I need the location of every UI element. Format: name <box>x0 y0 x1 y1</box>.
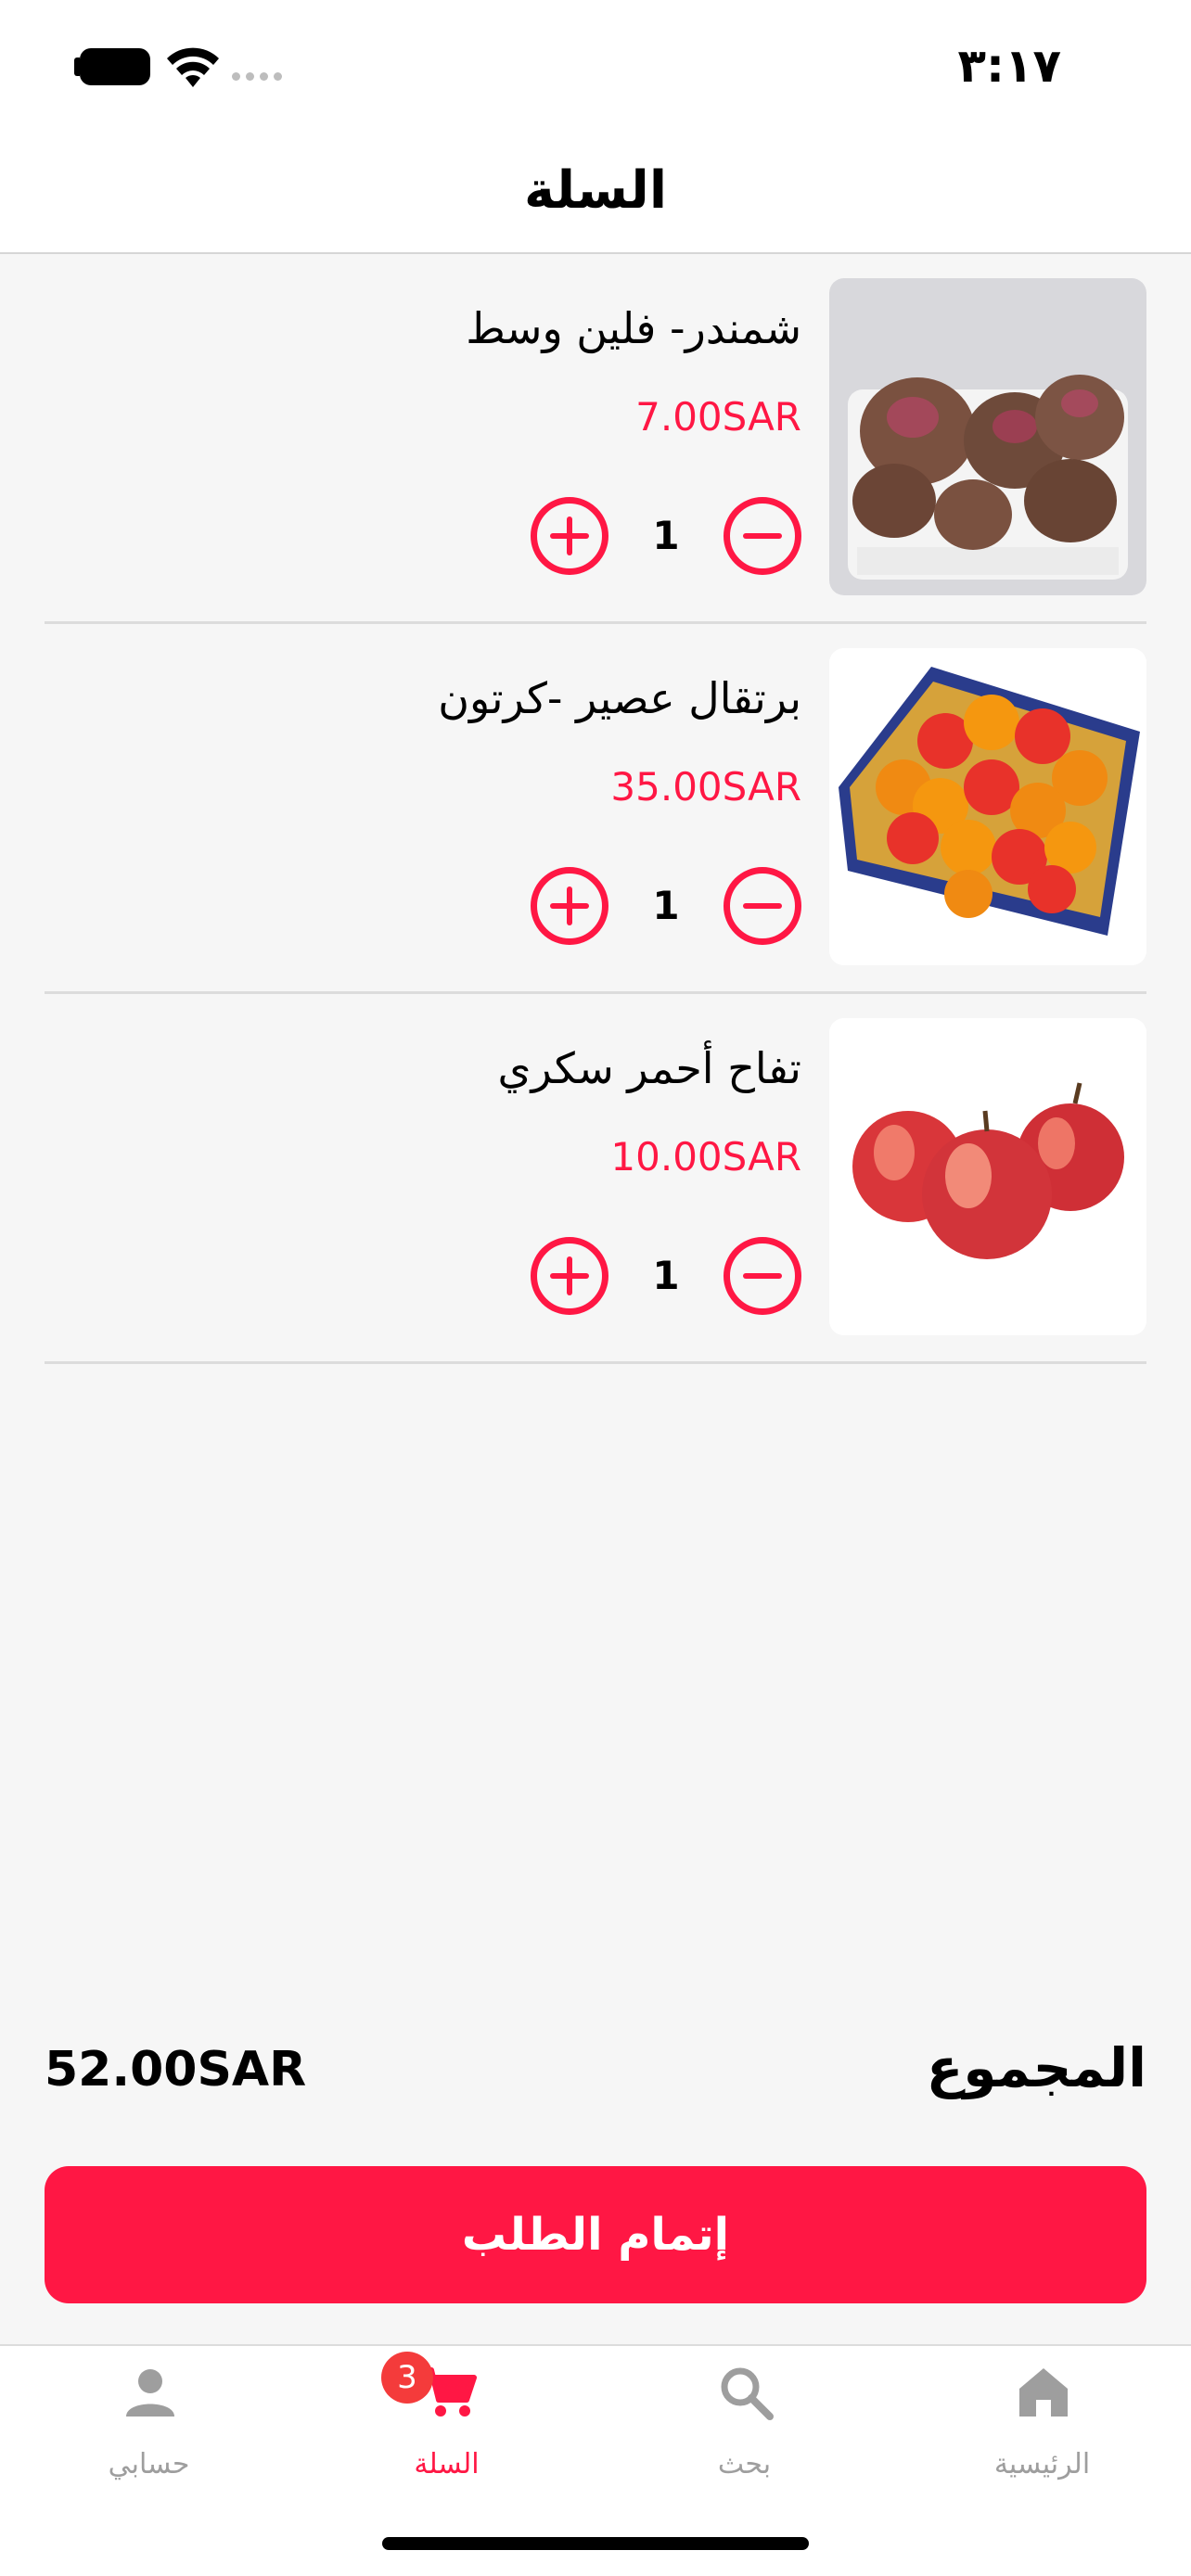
quantity-value: 1 <box>652 1253 680 1298</box>
product-image-beetroot[interactable] <box>829 278 1146 595</box>
decrease-quantity-button[interactable] <box>724 1237 801 1315</box>
item-name: تفاح أحمر سكري <box>497 1043 801 1093</box>
decrease-quantity-button[interactable] <box>724 497 801 575</box>
cart-item: برتقال عصير -كرتون 35.00SAR 1 <box>45 624 1146 994</box>
quantity-value: 1 <box>652 883 680 928</box>
cart-list: شمندر- فلين وسط 7.00SAR 1 برتقال عصير -ك… <box>45 254 1146 1364</box>
quantity-stepper: 1 <box>531 867 801 945</box>
total-label: المجموع <box>926 2036 1146 2099</box>
page-title: السلة <box>523 160 668 221</box>
item-name: شمندر- فلين وسط <box>466 303 801 353</box>
person-icon <box>126 2369 174 2417</box>
status-bar: ٣:١٧ <box>0 0 1191 130</box>
home-icon <box>1019 2368 1068 2417</box>
quantity-stepper: 1 <box>531 1237 801 1315</box>
increase-quantity-button[interactable] <box>531 1237 608 1315</box>
wifi-icon <box>167 47 219 87</box>
cart-count-badge: 3 <box>381 2352 433 2404</box>
tab-label: حسابي <box>108 2448 190 2480</box>
beetroot-image <box>829 278 1146 595</box>
quantity-stepper: 1 <box>531 497 801 575</box>
increase-quantity-button[interactable] <box>531 497 608 575</box>
cart-item: شمندر- فلين وسط 7.00SAR 1 <box>45 254 1146 624</box>
signal-icon <box>232 72 282 81</box>
tab-account[interactable]: حسابي <box>0 2346 298 2531</box>
home-indicator <box>382 2537 809 2550</box>
orange-box-image <box>829 648 1146 965</box>
product-image-apple[interactable] <box>829 1018 1146 1335</box>
apples-image <box>829 1018 1146 1335</box>
cart-item: تفاح أحمر سكري 10.00SAR 1 <box>45 994 1146 1364</box>
header: السلة <box>0 130 1191 254</box>
item-price: 10.00SAR <box>610 1134 801 1180</box>
search-icon <box>721 2367 774 2420</box>
item-price: 35.00SAR <box>610 764 801 810</box>
tab-search[interactable]: بحث <box>596 2346 893 2531</box>
increase-quantity-button[interactable] <box>531 867 608 945</box>
quantity-value: 1 <box>652 513 680 558</box>
tab-cart[interactable]: 3 السلة <box>298 2346 596 2531</box>
status-time: ٣:١٧ <box>957 39 1061 93</box>
battery-icon <box>80 48 150 85</box>
tab-label: الرئيسية <box>993 2448 1091 2480</box>
checkout-button[interactable]: إتمام الطلب <box>45 2166 1146 2303</box>
total-value: 52.00SAR <box>45 2042 307 2098</box>
tab-label: بحث <box>717 2448 772 2480</box>
product-image-orange[interactable] <box>829 648 1146 965</box>
decrease-quantity-button[interactable] <box>724 867 801 945</box>
tab-label: السلة <box>414 2448 480 2480</box>
tab-home[interactable]: الرئيسية <box>893 2346 1191 2531</box>
item-name: برتقال عصير -كرتون <box>438 673 801 723</box>
item-price: 7.00SAR <box>635 394 801 440</box>
